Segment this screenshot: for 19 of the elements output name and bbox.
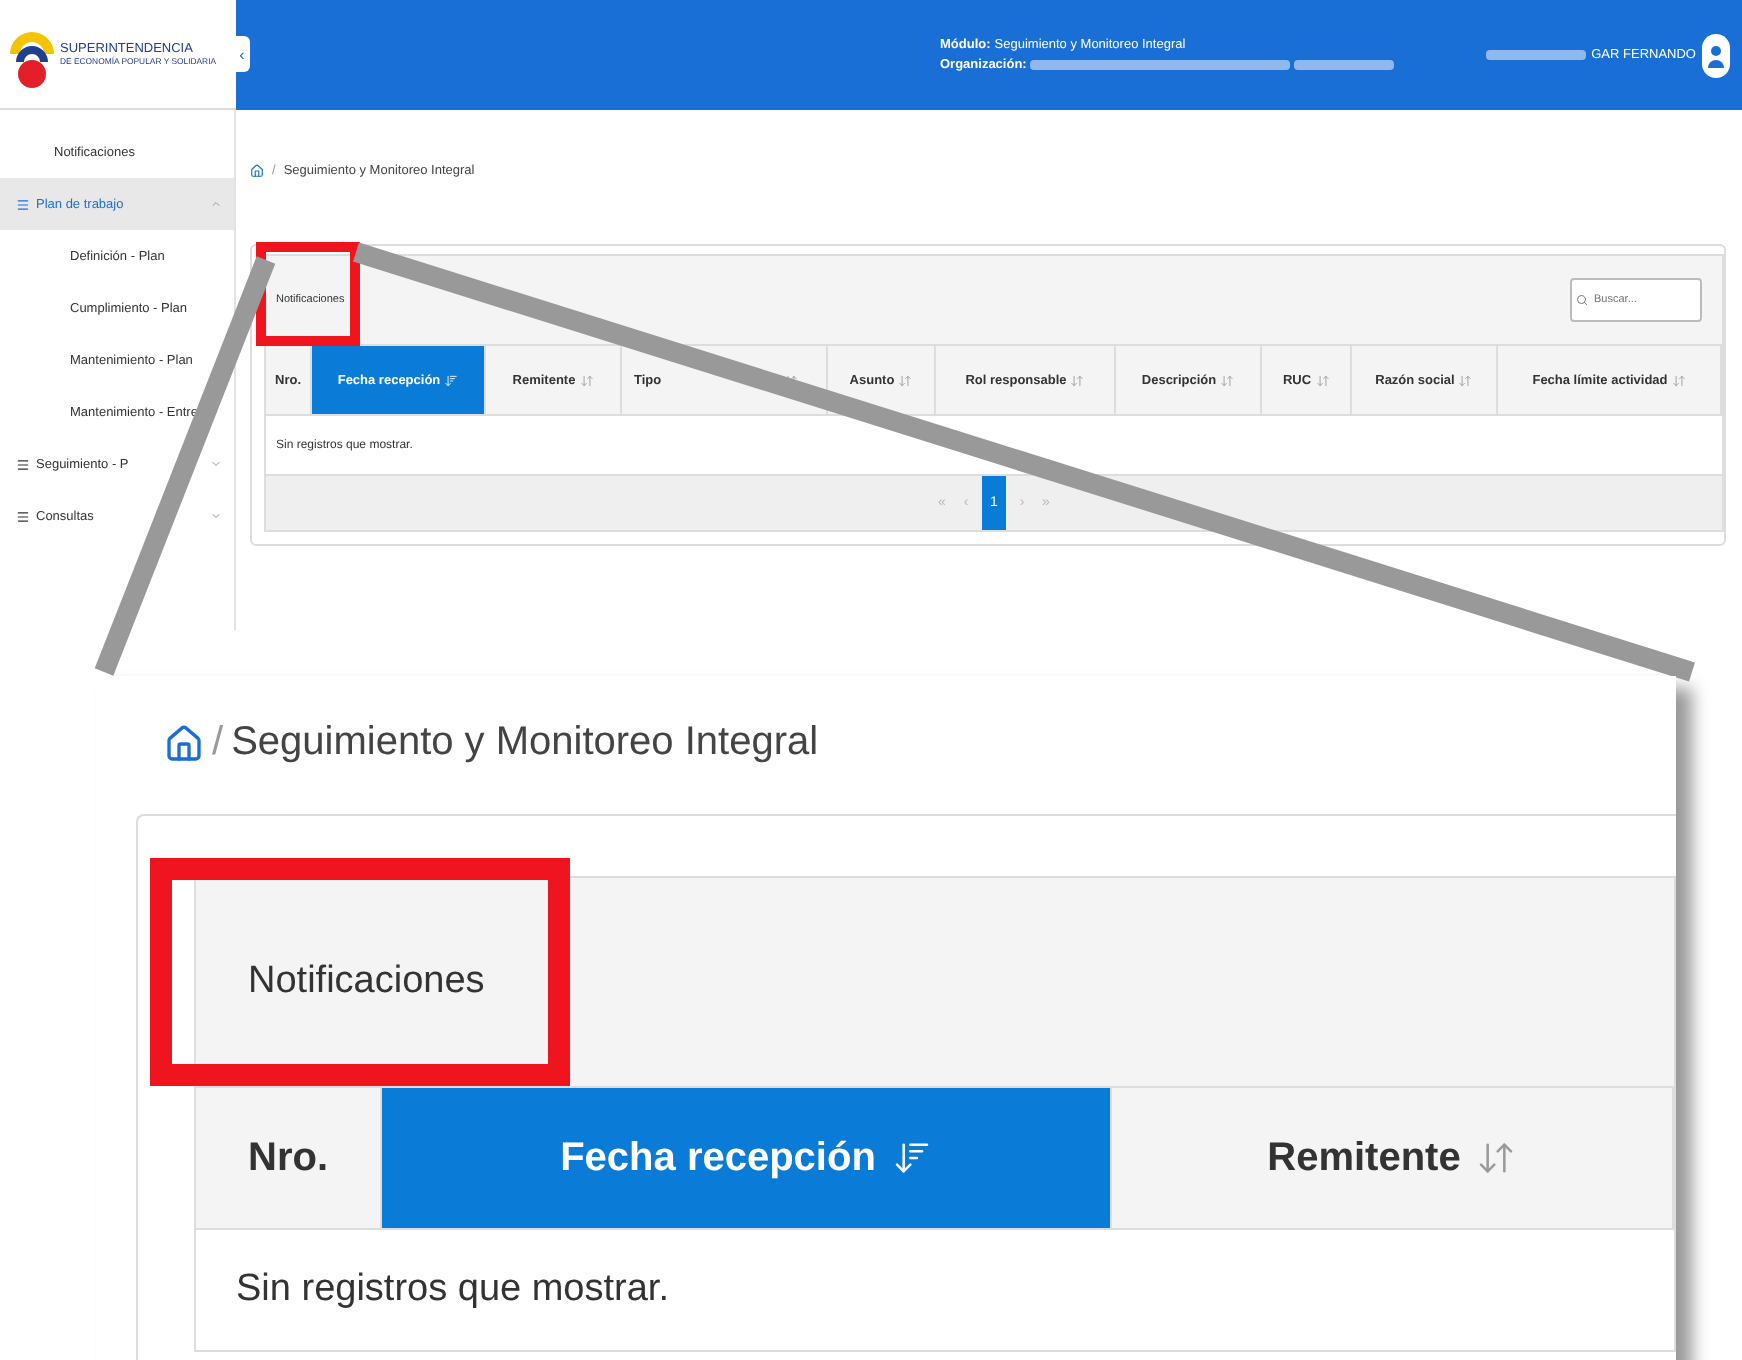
menu-icon <box>16 509 30 523</box>
user-avatar[interactable] <box>1702 33 1730 77</box>
home-icon[interactable] <box>250 164 264 178</box>
search-icon <box>1576 294 1588 306</box>
menu-icon <box>16 457 30 471</box>
chevron-down-icon <box>210 510 222 522</box>
column-header[interactable]: Nro. <box>196 1088 382 1230</box>
breadcrumb-current: Seguimiento y Monitoreo Integral <box>231 720 819 766</box>
menu-icon <box>16 197 30 211</box>
redacted-bar <box>1485 50 1586 60</box>
card-title: Notificaciones <box>248 960 485 1004</box>
home-icon[interactable] <box>164 723 204 763</box>
column-header[interactable]: Remitente <box>1112 1088 1674 1230</box>
chevron-down-icon <box>210 458 222 470</box>
redacted-bar <box>1294 60 1395 70</box>
column-header[interactable]: Fecha recepción <box>382 1088 1112 1230</box>
breadcrumb-separator: / <box>212 720 224 766</box>
chevron-up-icon <box>210 198 222 210</box>
collapse-button[interactable]: ‹ <box>234 36 250 72</box>
